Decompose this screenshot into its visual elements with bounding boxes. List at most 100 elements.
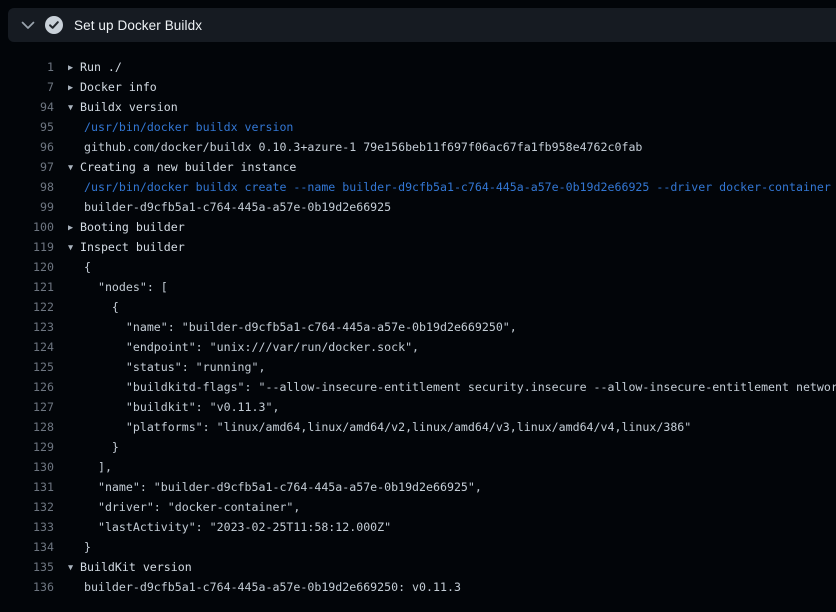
log-group-title: BuildKit version	[80, 560, 192, 574]
log-output-text: "endpoint": "unix:///var/run/docker.sock…	[68, 337, 419, 357]
log-group-header[interactable]: ▼Buildx version	[68, 97, 178, 117]
log-row: 95/usr/bin/docker buildx version	[0, 117, 836, 137]
log-line-number[interactable]: 132	[0, 497, 54, 517]
log-row: 128 "platforms": "linux/amd64,linux/amd6…	[0, 417, 836, 437]
step-header[interactable]: Set up Docker Buildx	[8, 8, 836, 42]
log-line-number[interactable]: 129	[0, 437, 54, 457]
triangle-down-icon: ▼	[68, 158, 80, 177]
log-group-header[interactable]: ▼BuildKit version	[68, 557, 192, 577]
log-row: 126 "buildkitd-flags": "--allow-insecure…	[0, 377, 836, 397]
log-output-text: "name": "builder-d9cfb5a1-c764-445a-a57e…	[68, 477, 482, 497]
log-line-number[interactable]: 99	[0, 197, 54, 217]
log-row: 100 ▶Booting builder	[0, 217, 836, 237]
log-group-title: Inspect builder	[80, 240, 185, 254]
log-output-text: }	[68, 537, 91, 557]
log-output-text: "lastActivity": "2023-02-25T11:58:12.000…	[68, 517, 391, 537]
log-container: 1▶Run ./7▶Docker info94▼Buildx version95…	[0, 42, 836, 597]
log-group-header[interactable]: ▼Creating a new builder instance	[68, 157, 296, 177]
log-output-text: "buildkitd-flags": "--allow-insecure-ent…	[68, 377, 836, 397]
log-row: 121 "nodes": [	[0, 277, 836, 297]
log-row: 135 ▼BuildKit version	[0, 557, 836, 577]
log-row: 136 builder-d9cfb5a1-c764-445a-a57e-0b19d…	[0, 577, 836, 597]
log-row: 119 ▼Inspect builder	[0, 237, 836, 257]
log-row: 98/usr/bin/docker buildx create --name b…	[0, 177, 836, 197]
log-group-title: Buildx version	[80, 100, 178, 114]
log-output-text: "buildkit": "v0.11.3",	[68, 397, 279, 417]
log-command-text: /usr/bin/docker buildx create --name bui…	[68, 177, 831, 197]
log-row: 96github.com/docker/buildx 0.10.3+azure-…	[0, 137, 836, 157]
log-lines: 1▶Run ./7▶Docker info94▼Buildx version95…	[0, 57, 836, 597]
log-output-text: "status": "running",	[68, 357, 265, 377]
log-group-header[interactable]: ▶Run ./	[68, 57, 122, 77]
log-line-number[interactable]: 124	[0, 337, 54, 357]
log-row: 125 "status": "running",	[0, 357, 836, 377]
log-line-number[interactable]: 130	[0, 457, 54, 477]
log-group-title: Booting builder	[80, 220, 185, 234]
log-row: 133 "lastActivity": "2023-02-25T11:58:12…	[0, 517, 836, 537]
log-line-number[interactable]: 96	[0, 137, 54, 157]
log-line-number[interactable]: 134	[0, 537, 54, 557]
log-output-text: builder-d9cfb5a1-c764-445a-a57e-0b19d2e6…	[68, 197, 391, 217]
log-row: 134}	[0, 537, 836, 557]
step-title: Set up Docker Buildx	[74, 18, 202, 33]
triangle-down-icon: ▼	[68, 558, 80, 577]
log-line-number[interactable]: 7	[0, 77, 54, 97]
log-line-number[interactable]: 136	[0, 577, 54, 597]
log-output-text: builder-d9cfb5a1-c764-445a-a57e-0b19d2e6…	[68, 577, 461, 597]
log-row: 7 ▶Docker info	[0, 77, 836, 97]
log-group-title: Docker info	[80, 80, 157, 94]
log-line-number[interactable]: 135	[0, 557, 54, 577]
log-line-number[interactable]: 1	[0, 57, 54, 77]
log-row: 97 ▼Creating a new builder instance	[0, 157, 836, 177]
triangle-right-icon: ▶	[68, 218, 80, 237]
triangle-right-icon: ▶	[68, 78, 80, 97]
log-row: 130 ],	[0, 457, 836, 477]
log-line-number[interactable]: 98	[0, 177, 54, 197]
log-output-text: ],	[68, 457, 112, 477]
log-output-text: "nodes": [	[68, 277, 168, 297]
log-row: 99 builder-d9cfb5a1-c764-445a-a57e-0b19d2…	[0, 197, 836, 217]
log-line-number[interactable]: 126	[0, 377, 54, 397]
log-row: 120 {	[0, 257, 836, 277]
log-row: 94 ▼Buildx version	[0, 97, 836, 117]
log-group-header[interactable]: ▶Booting builder	[68, 217, 185, 237]
log-group-title: Run ./	[80, 60, 122, 74]
log-line-number[interactable]: 120	[0, 257, 54, 277]
log-line-number[interactable]: 131	[0, 477, 54, 497]
log-line-number[interactable]: 123	[0, 317, 54, 337]
log-line-number[interactable]: 128	[0, 417, 54, 437]
log-line-number[interactable]: 100	[0, 217, 54, 237]
log-output-text: {	[68, 297, 119, 317]
log-line-number[interactable]: 119	[0, 237, 54, 257]
log-line-number[interactable]: 125	[0, 357, 54, 377]
log-line-number[interactable]: 94	[0, 97, 54, 117]
log-line-number[interactable]: 97	[0, 157, 54, 177]
triangle-right-icon: ▶	[68, 58, 80, 77]
log-row: 124 "endpoint": "unix:///var/run/docker.…	[0, 337, 836, 357]
triangle-down-icon: ▼	[68, 238, 80, 257]
log-output-text: "name": "builder-d9cfb5a1-c764-445a-a57e…	[68, 317, 517, 337]
log-group-header[interactable]: ▼Inspect builder	[68, 237, 185, 257]
log-group-title: Creating a new builder instance	[80, 160, 296, 174]
log-group-header[interactable]: ▶Docker info	[68, 77, 157, 97]
log-output-text: "driver": "docker-container",	[68, 497, 300, 517]
log-line-number[interactable]: 121	[0, 277, 54, 297]
log-row: 132 "driver": "docker-container",	[0, 497, 836, 517]
log-line-number[interactable]: 127	[0, 397, 54, 417]
chevron-down-icon[interactable]	[21, 18, 35, 32]
log-output-text: }	[68, 437, 119, 457]
log-row: 122 {	[0, 297, 836, 317]
log-output-text: {	[68, 257, 91, 277]
log-output-text: "platforms": "linux/amd64,linux/amd64/v2…	[68, 417, 691, 437]
log-row: 1 ▶Run ./	[0, 57, 836, 77]
log-line-number[interactable]: 95	[0, 117, 54, 137]
log-row: 131 "name": "builder-d9cfb5a1-c764-445a-…	[0, 477, 836, 497]
log-row: 123 "name": "builder-d9cfb5a1-c764-445a-…	[0, 317, 836, 337]
log-row: 129 }	[0, 437, 836, 457]
success-check-icon	[45, 16, 63, 34]
log-row: 127 "buildkit": "v0.11.3",	[0, 397, 836, 417]
triangle-down-icon: ▼	[68, 98, 80, 117]
log-line-number[interactable]: 122	[0, 297, 54, 317]
log-line-number[interactable]: 133	[0, 517, 54, 537]
log-command-text: /usr/bin/docker buildx version	[68, 117, 293, 137]
